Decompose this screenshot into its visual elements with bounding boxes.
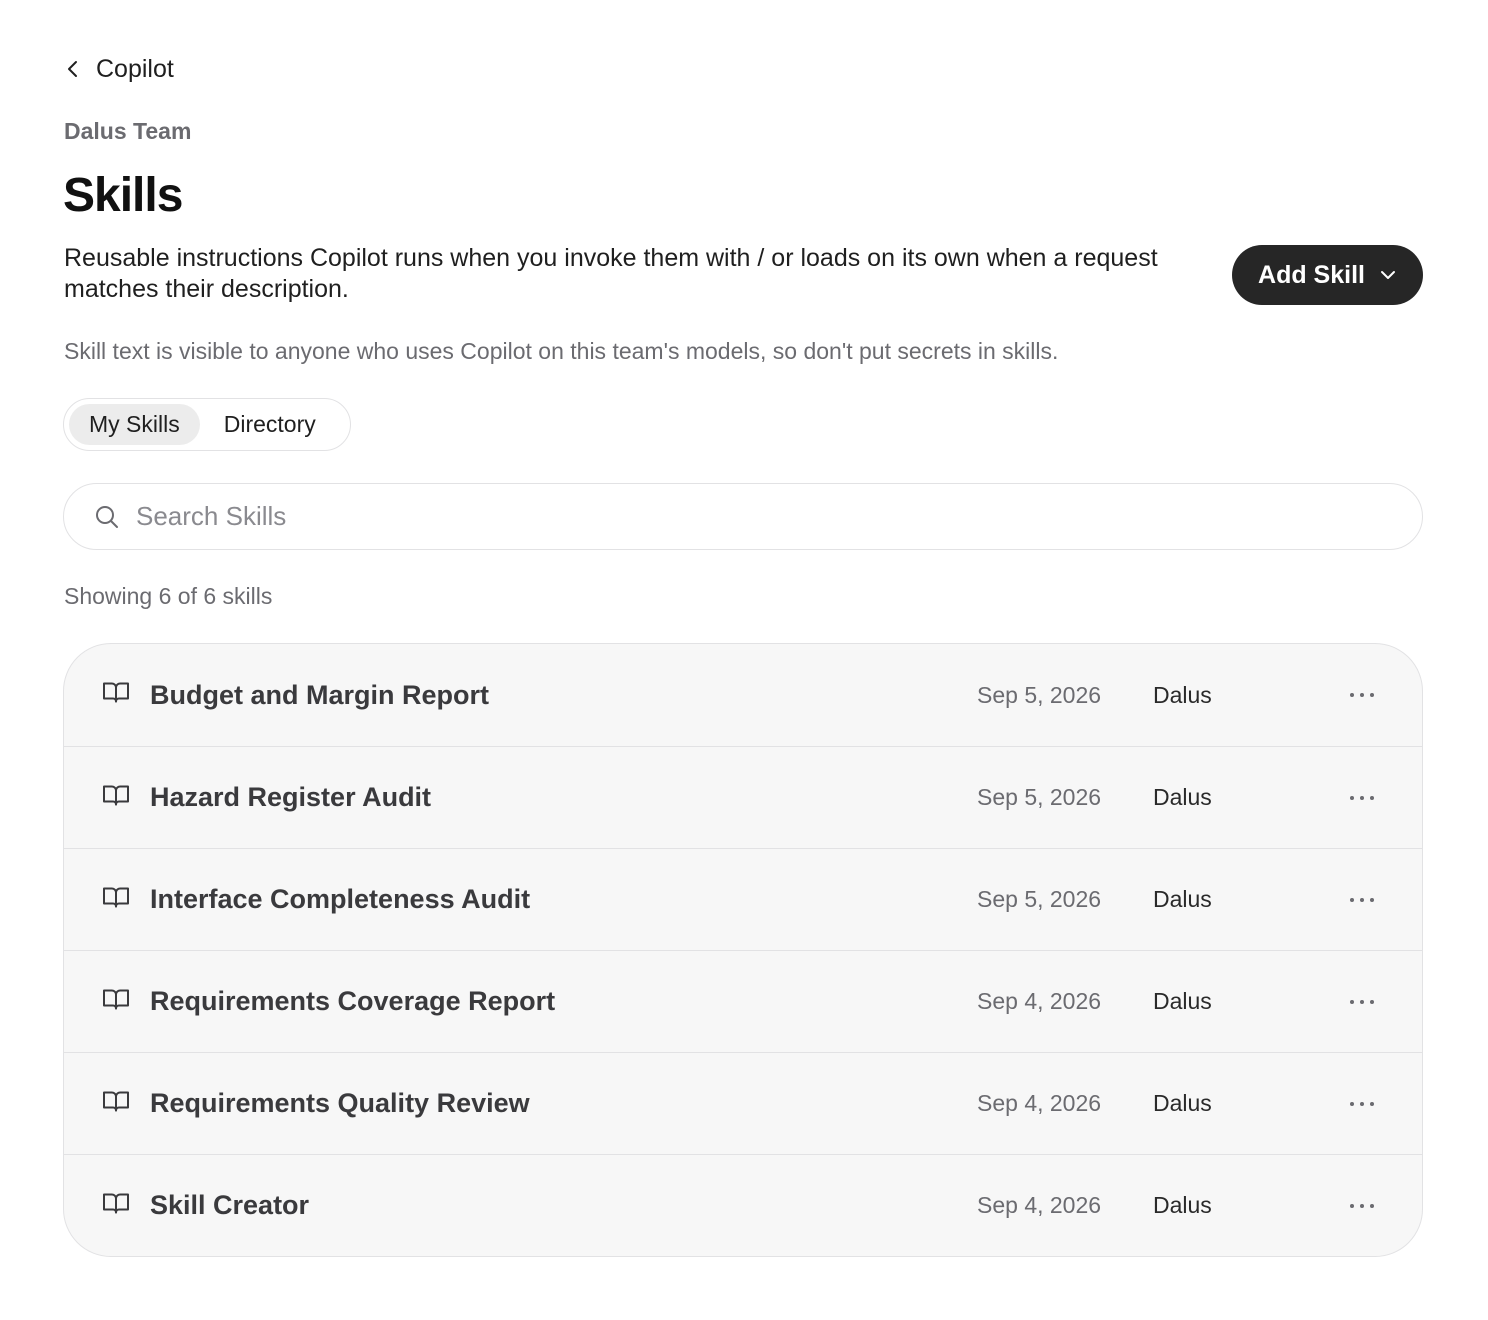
more-options-button[interactable] bbox=[1338, 780, 1386, 816]
skill-date: Sep 4, 2026 bbox=[977, 1192, 1102, 1218]
search-box[interactable] bbox=[63, 483, 1423, 550]
more-options-button[interactable] bbox=[1338, 1188, 1386, 1224]
back-link-copilot[interactable]: Copilot bbox=[64, 52, 174, 86]
chevron-left-icon bbox=[64, 58, 82, 80]
book-open-icon bbox=[101, 1190, 131, 1221]
more-horizontal-icon bbox=[1350, 693, 1374, 697]
search-icon bbox=[94, 504, 120, 530]
search-input[interactable] bbox=[136, 484, 1422, 549]
add-skill-button[interactable]: Add Skill bbox=[1232, 245, 1423, 305]
skill-owner: Dalus bbox=[1153, 988, 1212, 1014]
team-name: Dalus Team bbox=[64, 118, 192, 144]
page-description: Reusable instructions Copilot runs when … bbox=[64, 244, 1158, 303]
skill-owner: Dalus bbox=[1153, 784, 1212, 810]
more-horizontal-icon bbox=[1350, 999, 1374, 1004]
list-item[interactable]: Interface Completeness Audit Sep 5, 2026… bbox=[64, 848, 1422, 950]
skill-owner: Dalus bbox=[1153, 886, 1212, 912]
book-open-icon bbox=[101, 782, 131, 813]
page-title: Skills bbox=[63, 169, 183, 222]
result-count: Showing 6 of 6 skills bbox=[64, 583, 273, 609]
skill-name: Requirements Coverage Report bbox=[150, 986, 556, 1016]
skills-page: Copilot Dalus Team Skills Reusable instr… bbox=[0, 0, 1488, 1320]
more-horizontal-icon bbox=[1350, 1203, 1374, 1208]
more-options-button[interactable] bbox=[1338, 1086, 1386, 1122]
more-options-button[interactable] bbox=[1338, 984, 1386, 1020]
more-options-button[interactable] bbox=[1338, 677, 1386, 713]
more-horizontal-icon bbox=[1350, 897, 1374, 902]
chevron-down-icon bbox=[1379, 269, 1397, 281]
book-open-icon bbox=[101, 680, 131, 711]
skill-name: Requirements Quality Review bbox=[150, 1088, 530, 1118]
book-open-icon bbox=[101, 884, 131, 915]
skill-date: Sep 5, 2026 bbox=[977, 886, 1102, 912]
list-item[interactable]: Requirements Quality Review Sep 4, 2026 … bbox=[64, 1052, 1422, 1154]
list-item[interactable]: Budget and Margin Report Sep 5, 2026 Dal… bbox=[64, 644, 1422, 746]
skill-owner: Dalus bbox=[1153, 681, 1212, 708]
secrets-warning: Skill text is visible to anyone who uses… bbox=[64, 338, 1059, 364]
skill-name: Skill Creator bbox=[150, 1190, 310, 1220]
add-skill-label: Add Skill bbox=[1258, 260, 1365, 289]
skill-date: Sep 4, 2026 bbox=[977, 988, 1102, 1014]
tab-directory[interactable]: Directory bbox=[204, 404, 336, 445]
list-item[interactable]: Skill Creator Sep 4, 2026 Dalus bbox=[64, 1154, 1422, 1256]
skill-date: Sep 5, 2026 bbox=[977, 784, 1102, 810]
skill-name: Hazard Register Audit bbox=[150, 782, 432, 812]
book-open-icon bbox=[101, 986, 131, 1017]
back-link-label: Copilot bbox=[96, 54, 174, 83]
skills-tabs: My Skills Directory bbox=[63, 398, 351, 451]
skill-name: Interface Completeness Audit bbox=[150, 884, 531, 914]
list-item[interactable]: Hazard Register Audit Sep 5, 2026 Dalus bbox=[64, 746, 1422, 848]
list-item[interactable]: Requirements Coverage Report Sep 4, 2026… bbox=[64, 950, 1422, 1052]
skill-name: Budget and Margin Report bbox=[150, 679, 489, 710]
more-options-button[interactable] bbox=[1338, 882, 1386, 918]
skill-owner: Dalus bbox=[1153, 1090, 1212, 1116]
skill-owner: Dalus bbox=[1153, 1192, 1212, 1218]
skill-date: Sep 5, 2026 bbox=[977, 681, 1102, 708]
tab-my-skills[interactable]: My Skills bbox=[69, 404, 200, 445]
more-horizontal-icon bbox=[1350, 1101, 1374, 1106]
skill-date: Sep 4, 2026 bbox=[977, 1090, 1102, 1116]
book-open-icon bbox=[101, 1088, 131, 1119]
skills-list: Budget and Margin Report Sep 5, 2026 Dal… bbox=[63, 643, 1423, 1257]
more-horizontal-icon bbox=[1350, 795, 1374, 800]
